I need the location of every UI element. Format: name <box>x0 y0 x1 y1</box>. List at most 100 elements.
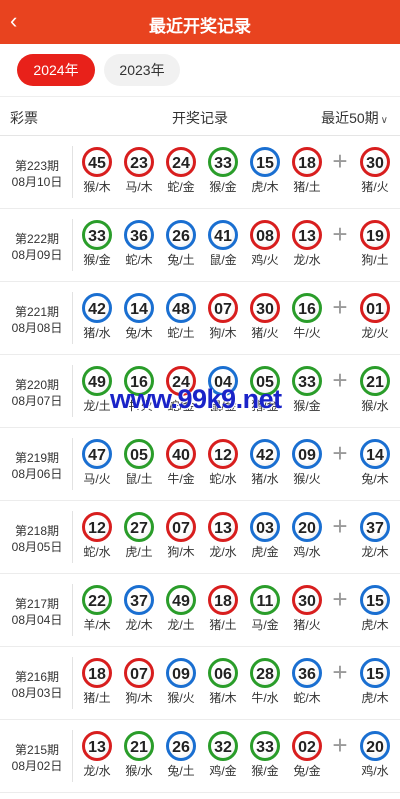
ball-circle: 11 <box>250 585 280 615</box>
divider <box>72 511 73 563</box>
ball-number: 05 <box>256 374 274 391</box>
ball-zodiac-element: 马/火 <box>83 472 111 486</box>
ball-zodiac-element: 狗/木 <box>209 326 237 340</box>
ball-circle: 06 <box>208 658 238 688</box>
number-ball: 03 虎/金 <box>244 512 286 559</box>
special-ball: 15 虎/木 <box>354 585 396 632</box>
number-ball: 18 猪/土 <box>286 147 328 194</box>
ball-number: 36 <box>298 666 316 683</box>
ball-circle: 13 <box>208 512 238 542</box>
period-number: 第219期 <box>14 451 60 465</box>
ball-number: 42 <box>88 301 106 318</box>
number-ball: 36 蛇/木 <box>118 220 160 267</box>
ball-circle: 14 <box>360 439 390 469</box>
ball-zodiac-element: 狗/木 <box>125 691 153 705</box>
tab-2024[interactable]: 2024年 <box>17 54 95 86</box>
ball-zodiac-element: 马/木 <box>125 180 153 194</box>
ball-circle: 24 <box>166 147 196 177</box>
ball-circle: 13 <box>292 220 322 250</box>
ball-circle: 42 <box>250 439 280 469</box>
ball-circle: 18 <box>292 147 322 177</box>
number-ball: 30 猪/火 <box>244 293 286 340</box>
divider <box>72 730 73 782</box>
ball-number: 07 <box>214 301 232 318</box>
ball-zodiac-element: 猪/木 <box>209 691 237 705</box>
plus-icon: + <box>332 730 348 760</box>
draw-date: 08月05日 <box>11 540 63 554</box>
draw-row: 第221期 08月08日 42 猪/水 14 兔/木 48 蛇/土 07 狗/木 30 猪/火 16 牛/… <box>0 282 400 355</box>
ball-number: 05 <box>130 447 148 464</box>
draw-date: 08月02日 <box>11 759 63 773</box>
ball-zodiac-element: 猴/火 <box>167 691 195 705</box>
ball-number: 48 <box>172 301 190 318</box>
special-ball: 01 龙/火 <box>354 293 396 340</box>
number-ball: 15 虎/木 <box>244 147 286 194</box>
ball-circle: 49 <box>82 366 112 396</box>
number-ball: 13 龙/水 <box>286 220 328 267</box>
ball-circle: 30 <box>250 293 280 323</box>
tab-2023[interactable]: 2023年 <box>104 54 180 86</box>
ball-number: 03 <box>256 520 274 537</box>
ball-circle: 14 <box>124 293 154 323</box>
ball-circle: 01 <box>360 293 390 323</box>
ball-zodiac-element: 猴/金 <box>293 399 321 413</box>
ball-zodiac-element: 鼠/土 <box>125 472 153 486</box>
special-ball: 20 鸡/水 <box>354 731 396 778</box>
number-ball: 28 牛/水 <box>244 658 286 705</box>
ball-number: 04 <box>214 374 232 391</box>
ball-circle: 40 <box>166 439 196 469</box>
ball-zodiac-element: 龙/水 <box>293 253 321 267</box>
ball-number: 16 <box>130 374 148 391</box>
ball-circle: 41 <box>208 220 238 250</box>
ball-circle: 09 <box>292 439 322 469</box>
ball-circle: 12 <box>208 439 238 469</box>
number-ball: 02 兔/金 <box>286 731 328 778</box>
plus-icon: + <box>332 219 348 249</box>
plus-icon: + <box>332 438 348 468</box>
ball-number: 42 <box>256 447 274 464</box>
draw-date: 08月09日 <box>11 248 63 262</box>
draw-date: 08月06日 <box>11 467 63 481</box>
period-number: 第221期 <box>14 305 60 319</box>
period-filter-dropdown[interactable]: 最近50期 ∨ <box>321 108 388 128</box>
number-ball: 40 牛/金 <box>160 439 202 486</box>
period-filter-label: 最近50期 <box>321 110 379 126</box>
number-ball: 16 牛/火 <box>286 293 328 340</box>
ball-number: 22 <box>88 593 106 610</box>
period-number: 第220期 <box>14 378 60 392</box>
ball-circle: 04 <box>208 366 238 396</box>
ball-circle: 05 <box>250 366 280 396</box>
ball-number: 15 <box>256 155 274 172</box>
ball-circle: 22 <box>82 585 112 615</box>
number-ball: 47 马/火 <box>76 439 118 486</box>
ball-number: 15 <box>366 593 384 610</box>
draw-date: 08月10日 <box>11 175 63 189</box>
ball-circle: 27 <box>124 512 154 542</box>
column-lottery-label: 彩票 <box>10 110 38 126</box>
number-ball: 18 猪/土 <box>202 585 244 632</box>
ball-number: 49 <box>172 593 190 610</box>
special-ball: 14 兔/木 <box>354 439 396 486</box>
ball-circle: 20 <box>292 512 322 542</box>
ball-circle: 24 <box>166 366 196 396</box>
ball-zodiac-element: 兔/木 <box>125 326 153 340</box>
number-ball: 09 猴/火 <box>160 658 202 705</box>
ball-number: 28 <box>256 666 274 683</box>
ball-number: 33 <box>256 739 274 756</box>
number-ball: 33 猴/金 <box>244 731 286 778</box>
number-ball: 42 猪/水 <box>76 293 118 340</box>
column-header: 彩票 开奖记录 最近50期 ∨ <box>0 97 400 136</box>
divider <box>72 657 73 709</box>
number-ball: 18 猪/土 <box>76 658 118 705</box>
ball-zodiac-element: 羊/木 <box>83 618 111 632</box>
ball-number: 13 <box>298 228 316 245</box>
ball-circle: 15 <box>250 147 280 177</box>
ball-circle: 03 <box>250 512 280 542</box>
draw-period: 第215期 08月02日 <box>6 742 68 774</box>
ball-circle: 33 <box>82 220 112 250</box>
ball-number: 33 <box>298 374 316 391</box>
ball-circle: 36 <box>124 220 154 250</box>
ball-number: 14 <box>130 301 148 318</box>
draw-period: 第219期 08月06日 <box>6 450 68 482</box>
draw-row: 第218期 08月05日 12 蛇/水 27 虎/土 07 狗/木 13 龙/水 03 虎/金 20 鸡/… <box>0 501 400 574</box>
